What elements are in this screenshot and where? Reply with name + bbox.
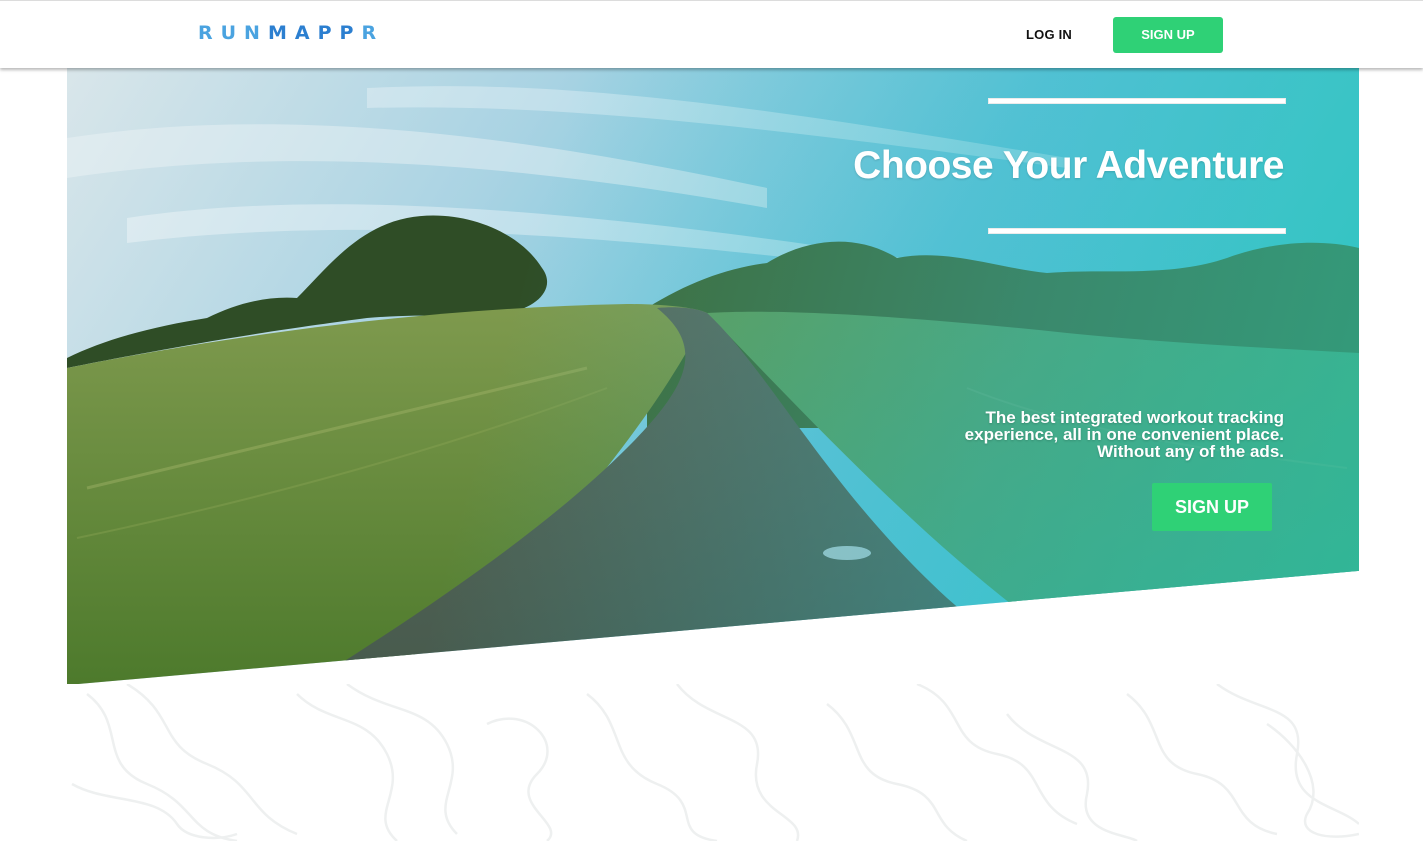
- hero-headline: Choose Your Adventure: [853, 144, 1284, 187]
- runmappr-logo[interactable]: RUNMAPPR: [198, 22, 384, 44]
- logo-text-start: RUN: [198, 22, 268, 44]
- login-link[interactable]: LOG IN: [1010, 25, 1088, 45]
- tagline-line-3: Without any of the ads.: [1097, 442, 1284, 461]
- signup-button-header[interactable]: SIGN UP: [1113, 17, 1223, 53]
- headline-divider-bottom: [988, 228, 1286, 234]
- hero-section: Choose Your Adventure The best integrate…: [67, 68, 1359, 685]
- hero-tagline: The best integrated workout tracking exp…: [864, 409, 1284, 460]
- headline-divider-top: [988, 98, 1286, 104]
- signup-button-hero[interactable]: SIGN UP: [1152, 483, 1272, 531]
- logo-text-end: R: [361, 22, 385, 44]
- topo-lines-pattern: [71, 684, 1359, 841]
- logo-text-mid: MAPP: [267, 22, 362, 44]
- top-navbar: RUNMAPPR LOG IN SIGN UP: [0, 0, 1423, 68]
- topographic-background: [67, 684, 1359, 841]
